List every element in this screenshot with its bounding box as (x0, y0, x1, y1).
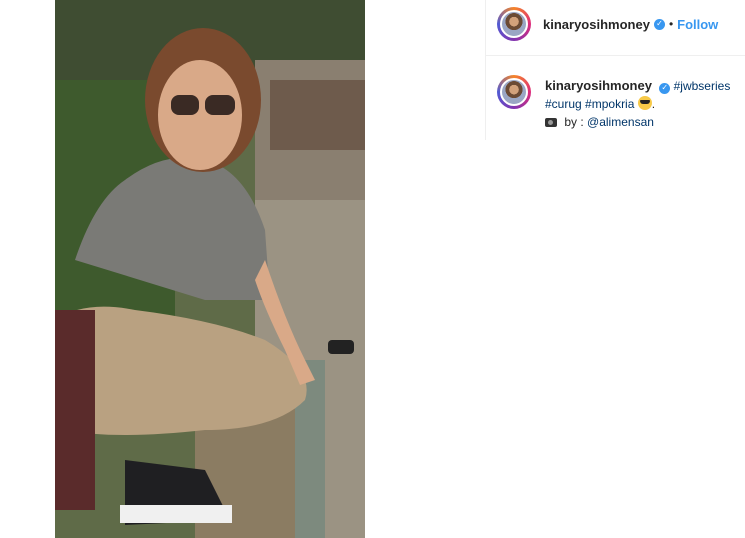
caption-avatar[interactable] (497, 75, 531, 109)
credit-prefix: by : (564, 115, 584, 129)
verified-badge-icon: ✓ (653, 18, 665, 30)
post-image (55, 0, 365, 538)
header-divider (486, 55, 745, 56)
author-avatar[interactable] (497, 7, 531, 41)
follow-button[interactable]: Follow (677, 17, 718, 32)
credit-handle-link[interactable]: @alimensan (587, 115, 654, 129)
author-username[interactable]: kinaryosihmoney (543, 17, 650, 32)
hashtag-link[interactable]: #jwbseries (674, 79, 731, 93)
verified-badge-icon: ✓ (659, 82, 671, 94)
sunglasses-emoji-icon (637, 96, 652, 110)
post-photo (55, 0, 365, 538)
camera-emoji-icon (545, 118, 557, 127)
caption-row: kinaryosihmoney ✓ #jwbseries #curug #mpo… (497, 75, 737, 131)
caption-username[interactable]: kinaryosihmoney (545, 78, 652, 93)
separator-dot: • (668, 17, 674, 31)
caption-text: kinaryosihmoney ✓ #jwbseries #curug #mpo… (545, 78, 731, 129)
hashtag-link[interactable]: #mpokria (585, 97, 634, 111)
hashtag-link[interactable]: #curug (545, 97, 582, 111)
post-header: kinaryosihmoney ✓ • Follow (497, 5, 718, 43)
panel-divider (485, 0, 486, 140)
